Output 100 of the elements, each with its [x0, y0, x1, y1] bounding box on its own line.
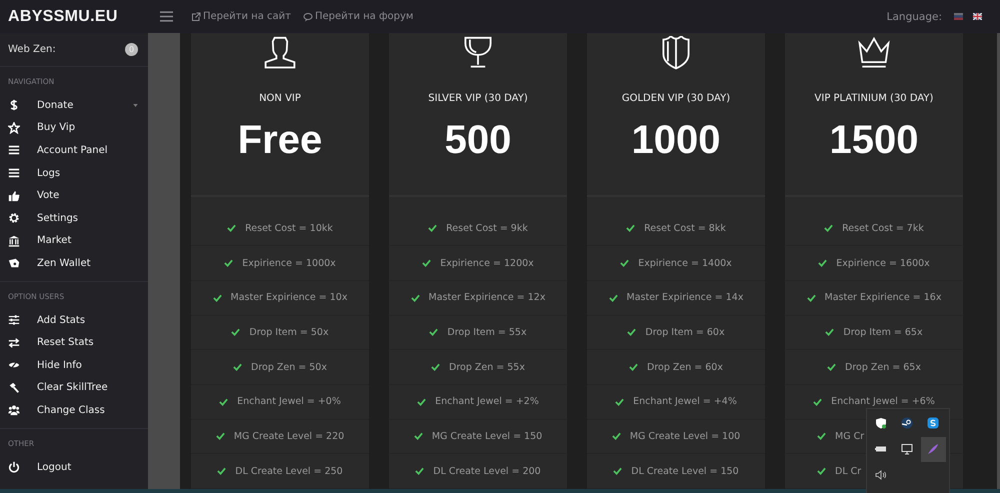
- nav-item[interactable]: Donate: [0, 94, 148, 117]
- plan-feature: Drop Item = 55x: [447, 326, 527, 338]
- plan-feature: Expirience = 1400x: [638, 258, 732, 269]
- plan-feature: MG Create Level = 220: [234, 430, 344, 442]
- language-label: Language:: [886, 10, 942, 22]
- flag-icon[interactable]: [973, 13, 982, 20]
- plan-feature: Reset Cost = 10kk: [245, 222, 333, 234]
- check-icon: [431, 363, 440, 372]
- menu-icon[interactable]: [160, 11, 173, 22]
- star-icon: [8, 122, 20, 134]
- plan-feature: Reset Cost = 7kk: [842, 222, 924, 234]
- check-icon: [219, 398, 228, 406]
- check-icon: [417, 398, 426, 406]
- check-icon: [415, 467, 424, 476]
- plan-feature: Enchant Jewel = +6%: [831, 396, 935, 408]
- check-icon: [216, 432, 225, 440]
- plan-feature: Expirience = 1600x: [836, 258, 930, 269]
- plan-feature: MG Create Level = 100: [630, 430, 740, 442]
- check-icon: [827, 363, 836, 372]
- plan-feature: Reset Cost = 8kk: [644, 222, 726, 234]
- nav-item[interactable]: Change Class: [0, 399, 148, 422]
- plan-name: NON VIP: [259, 93, 301, 104]
- plan-feature: DL Create Level = 250: [235, 466, 343, 477]
- plan-feature: DL Create Level = 150: [631, 466, 739, 477]
- plan-feature: Reset Cost = 9kk: [446, 222, 528, 234]
- check-icon: [428, 224, 438, 232]
- bank-icon: [8, 234, 20, 247]
- check-icon: [817, 467, 826, 476]
- gear-icon: [8, 212, 20, 224]
- plan-price: 1500: [830, 118, 918, 163]
- plan-feature: Expirience = 1200x: [440, 258, 534, 269]
- plan-feature: DL Create Level = 200: [433, 466, 541, 477]
- check-icon: [626, 224, 636, 232]
- nav-item[interactable]: Settings: [0, 206, 148, 230]
- check-icon: [627, 328, 636, 336]
- plan-feature: DL Cr: [835, 466, 862, 477]
- users-icon: [8, 404, 20, 416]
- check-icon: [824, 224, 834, 232]
- caret-icon: [133, 104, 138, 107]
- speaker-icon[interactable]: [875, 469, 887, 481]
- sliders-icon: [8, 314, 20, 326]
- nav-item[interactable]: Reset Stats: [0, 331, 148, 354]
- hammer-icon: [8, 382, 20, 394]
- check-icon: [217, 467, 226, 476]
- nav-item[interactable]: Clear SkillTree: [0, 376, 148, 400]
- plan-feature: Drop Zen = 65x: [845, 362, 921, 373]
- plan-price: 500: [444, 118, 512, 163]
- plan-price: Free: [238, 118, 322, 163]
- nav-item[interactable]: Add Stats: [0, 308, 148, 332]
- swap-icon: [8, 336, 20, 349]
- nav-item[interactable]: Logs: [0, 162, 148, 184]
- check-icon: [429, 328, 438, 336]
- plan-feature: MG Cr: [835, 430, 864, 442]
- plan-feature: Master Expirience = 12x: [428, 292, 546, 304]
- balance-label: Web Zen:: [8, 44, 56, 55]
- site-logo[interactable]: ABYSSMU.EU: [8, 8, 160, 26]
- nav-item[interactable]: Logout: [0, 456, 148, 478]
- check-icon: [620, 259, 630, 268]
- shield-icon[interactable]: [875, 417, 887, 429]
- check-icon: [414, 432, 423, 440]
- nav-item[interactable]: Buy Vip: [0, 116, 148, 140]
- nav-item[interactable]: Market: [0, 230, 148, 252]
- thumb-icon: [8, 190, 20, 202]
- check-icon: [629, 363, 638, 372]
- check-icon: [233, 363, 242, 372]
- plan-feature: Drop Item = 60x: [645, 326, 725, 338]
- plan-feature: Drop Zen = 55x: [449, 362, 525, 373]
- plan-price: 1000: [632, 118, 720, 163]
- bars-icon: [8, 167, 20, 180]
- check-icon: [818, 259, 828, 268]
- check-icon: [212, 294, 222, 302]
- plan-feature: Master Expirience = 14x: [626, 292, 744, 304]
- plan-feature: Enchant Jewel = +2%: [435, 396, 539, 408]
- header-link[interactable]: Перейти на сайт: [191, 11, 291, 22]
- external-link-icon: [191, 12, 201, 22]
- check-icon: [231, 328, 240, 336]
- plan-feature: Expirience = 1000x: [242, 258, 336, 269]
- check-icon: [224, 259, 234, 268]
- header-link[interactable]: Перейти на форум: [302, 11, 414, 22]
- plan-feature: Drop Zen = 60x: [647, 362, 723, 373]
- nav-item[interactable]: Vote: [0, 184, 148, 207]
- dollar-icon: [8, 99, 20, 112]
- plan-feature: Drop Zen = 50x: [251, 362, 327, 373]
- steam-icon[interactable]: [901, 417, 913, 429]
- check-icon: [612, 432, 621, 440]
- plan-name: VIP PLATINIUM (30 DAY): [814, 93, 934, 104]
- nav-item[interactable]: Hide Info: [0, 354, 148, 377]
- check-icon: [813, 398, 822, 406]
- check-icon: [422, 259, 432, 268]
- check-icon: [227, 224, 236, 232]
- plan-feature: Enchant Jewel = +4%: [633, 396, 737, 408]
- nav-item[interactable]: Account Panel: [0, 139, 148, 162]
- check-icon: [613, 467, 622, 476]
- monitor-icon[interactable]: [901, 443, 913, 455]
- plan-feature: Enchant Jewel = +0%: [237, 396, 341, 408]
- plan-name: SILVER VIP (30 DAY): [428, 93, 528, 104]
- plan-feature: Master Expirience = 10x: [230, 292, 348, 304]
- bars-icon: [8, 144, 20, 156]
- nav-item[interactable]: Zen Wallet: [0, 252, 148, 275]
- check-icon: [817, 432, 826, 440]
